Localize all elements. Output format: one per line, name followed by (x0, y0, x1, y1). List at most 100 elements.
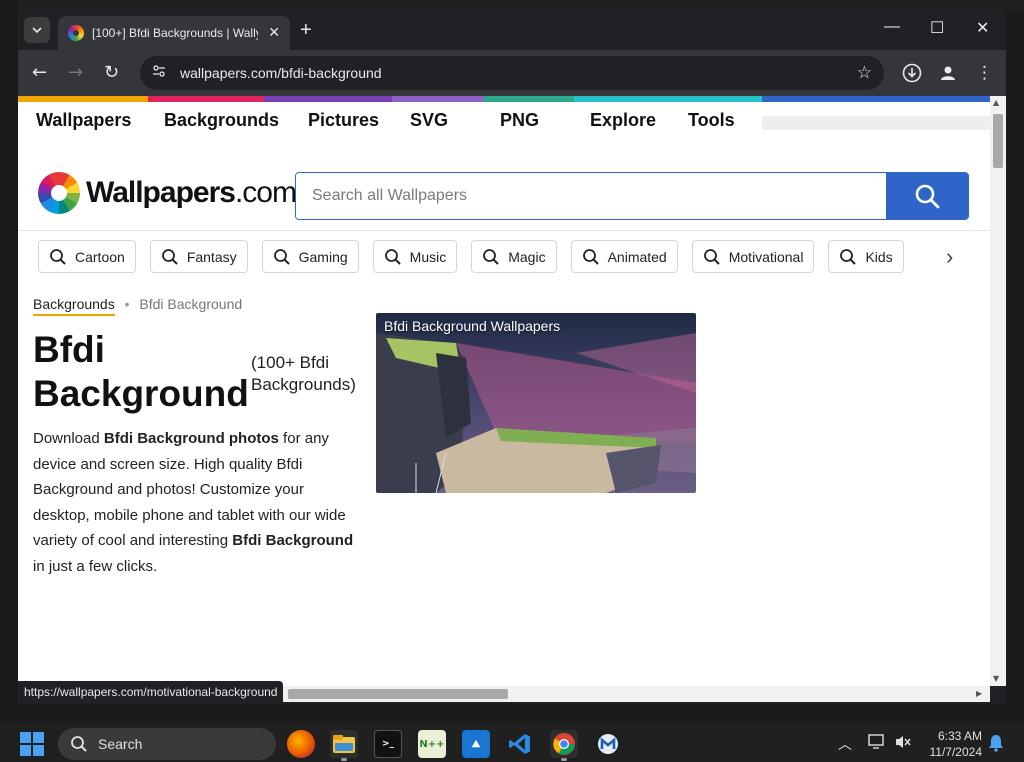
taskbar-search-label: Search (98, 736, 143, 752)
desktop-background-edge (0, 0, 18, 720)
notepad-plus-icon[interactable]: N++ (418, 730, 446, 758)
taskbar-clock[interactable]: 6:33 AM 11/7/2024 (922, 728, 983, 760)
forward-arrow-icon[interactable]: → (68, 62, 83, 83)
nav-svg[interactable]: SVG (410, 110, 500, 131)
explorer-running-indicator (341, 758, 347, 761)
breadcrumb-separator: • (124, 296, 130, 312)
scroll-up-icon[interactable]: ▲ (993, 98, 999, 107)
tab-title: [100+] Bfdi Backgrounds | Wally (92, 26, 258, 40)
search-icon (384, 248, 401, 265)
logo-wheel-icon (38, 172, 80, 214)
chip-animated[interactable]: Animated (570, 240, 678, 273)
tray-overflow-chevron-icon[interactable]: ︿ (838, 734, 852, 754)
chrome-icon[interactable] (550, 730, 578, 758)
clock-time: 6:33 AM (937, 729, 982, 743)
chip-label: Magic (508, 248, 546, 265)
chip-motivational[interactable]: Motivational (691, 240, 815, 273)
url-text: wallpapers.com/bfdi-background (180, 65, 382, 81)
site-logo[interactable]: Wallpapers.com (38, 172, 297, 214)
reload-icon[interactable]: ↻ (104, 62, 119, 83)
vertical-scroll-thumb[interactable] (993, 114, 1003, 168)
chip-gaming[interactable]: Gaming (261, 240, 359, 273)
search-icon (483, 248, 499, 265)
chevron-right-icon[interactable]: › (946, 244, 953, 270)
search-icon (50, 248, 66, 265)
search-input[interactable] (296, 173, 886, 219)
address-bar[interactable]: wallpapers.com/bfdi-background ☆ (140, 56, 884, 90)
nav-backgrounds[interactable]: Backgrounds (164, 110, 308, 131)
active-tab[interactable]: [100+] Bfdi Backgrounds | Wally ✕ (58, 16, 290, 50)
nav-explore[interactable]: Explore (590, 110, 688, 131)
wallpaper-search (295, 172, 969, 220)
malwarebytes-icon[interactable] (594, 730, 622, 758)
chip-label: Kids (865, 248, 893, 265)
chip-music[interactable]: Music (372, 240, 458, 273)
scroll-right-icon[interactable]: ▶ (976, 689, 982, 698)
maximize-button[interactable]: ☐ (930, 18, 944, 38)
terminal-icon[interactable]: >_ (374, 730, 402, 758)
nav-png[interactable]: PNG (500, 110, 590, 131)
thumbnail-label: Bfdi Background Wallpapers (384, 318, 561, 334)
tab-close-icon[interactable]: ✕ (268, 25, 280, 41)
chip-label: Motivational (728, 248, 804, 265)
clock-date: 11/7/2024 (929, 745, 983, 759)
vscode-icon[interactable] (506, 730, 534, 758)
profile-icon[interactable] (938, 63, 958, 88)
minimize-button[interactable]: — (884, 18, 900, 36)
breadcrumb: Backgrounds • Bfdi Background (33, 296, 243, 316)
scroll-down-icon[interactable]: ▼ (993, 674, 999, 683)
menu-kebab-icon[interactable]: ⋮ (976, 63, 993, 83)
browser-window: [100+] Bfdi Backgrounds | Wally ✕ + — ☐ … (18, 10, 1006, 704)
header-divider (18, 230, 990, 231)
brand-color-bar (18, 96, 990, 102)
result-count: (100+ Bfdi Backgrounds) (251, 353, 356, 394)
back-arrow-icon[interactable]: ← (32, 62, 47, 83)
search-icon (71, 736, 87, 752)
nav-wallpapers[interactable]: Wallpapers (36, 110, 164, 131)
breadcrumb-current: Bfdi Background (139, 296, 243, 312)
chrome-running-indicator (561, 758, 567, 761)
category-chips: Cartoon Fantasy Gaming Music Magic Anima… (38, 240, 918, 273)
horizontal-scroll-thumb[interactable] (288, 689, 508, 699)
new-tab-button[interactable]: + (300, 19, 312, 42)
breadcrumb-backgrounds-link[interactable]: Backgrounds (33, 296, 115, 316)
tab-bar: [100+] Bfdi Backgrounds | Wally ✕ + — ☐ … (18, 10, 1006, 50)
chip-label: Cartoon (75, 248, 125, 265)
chip-label: Music (409, 248, 447, 265)
chip-kids[interactable]: Kids (828, 240, 904, 273)
search-icon (703, 248, 720, 265)
vertical-scrollbar[interactable]: ▲ ▼ (990, 96, 1006, 686)
link-status-bubble: https://wallpapers.com/motivational-back… (18, 681, 284, 703)
chip-fantasy[interactable]: Fantasy (149, 240, 248, 273)
nav-tools[interactable]: Tools (688, 110, 748, 131)
site-favicon-icon (68, 25, 84, 41)
file-explorer-icon[interactable] (330, 730, 358, 758)
page-title: Bfdi Background (33, 329, 249, 414)
nav-placeholder-bar (762, 116, 990, 130)
firefox-icon[interactable] (287, 730, 315, 758)
taskbar-search[interactable]: Search (58, 728, 276, 760)
search-icon (915, 184, 940, 209)
search-button[interactable] (886, 173, 968, 219)
chip-label: Animated (607, 248, 667, 265)
wallpaper-thumbnail[interactable]: Bfdi Background Wallpapers (376, 313, 696, 493)
download-icon[interactable] (902, 63, 922, 88)
chip-cartoon[interactable]: Cartoon (38, 240, 136, 273)
search-icon (273, 248, 290, 265)
network-icon[interactable] (868, 734, 886, 754)
close-window-button[interactable]: ✕ (976, 18, 989, 38)
web-page: Wallpapers Backgrounds Pictures SVG PNG … (18, 96, 990, 686)
volume-muted-icon[interactable] (894, 734, 912, 754)
bookmark-star-icon[interactable]: ☆ (857, 63, 872, 83)
chip-magic[interactable]: Magic (471, 240, 557, 273)
tab-search-button[interactable] (24, 17, 50, 43)
nav-pictures[interactable]: Pictures (308, 110, 410, 131)
chip-label: Fantasy (186, 248, 237, 265)
photos-icon[interactable]: ⛰ (462, 730, 490, 758)
bfdi-landscape-image (376, 313, 696, 493)
notification-bell-icon[interactable] (988, 734, 1004, 756)
search-icon (161, 248, 178, 265)
site-info-icon[interactable] (152, 64, 174, 82)
windows-taskbar: Search >_ N++ ⛰ ︿ 6:33 AM 11/7/2024 (0, 722, 1024, 762)
windows-start-icon[interactable] (20, 732, 44, 756)
